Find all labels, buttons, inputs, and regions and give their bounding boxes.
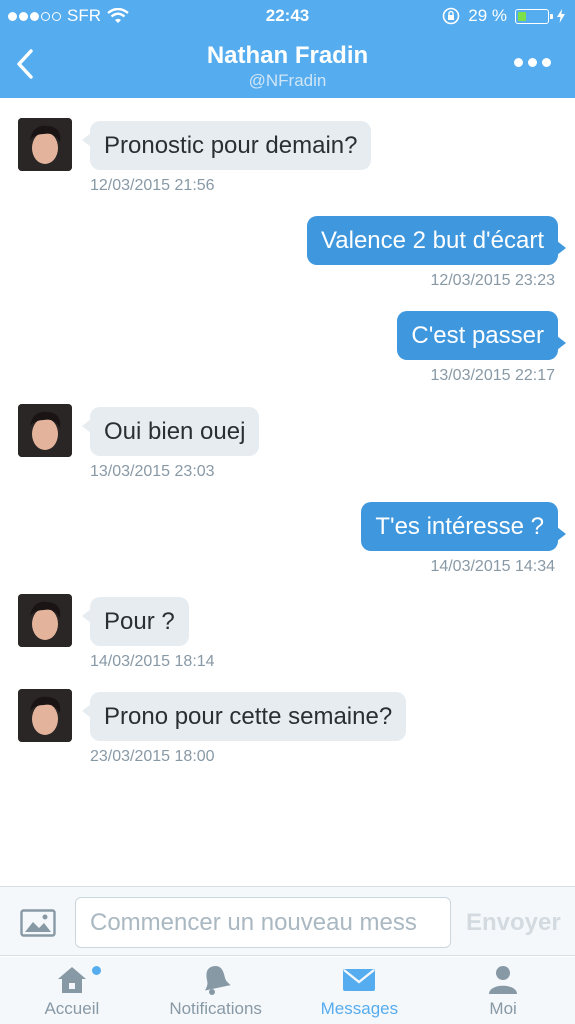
charging-bolt-icon (557, 9, 565, 23)
send-button[interactable]: Envoyer (466, 909, 561, 937)
bell-icon (204, 966, 231, 995)
message-bubble[interactable]: Prono pour cette semaine? (81, 692, 407, 741)
message-input[interactable] (75, 897, 451, 948)
message-bubble[interactable]: Pour ? (82, 597, 189, 646)
message-bubble[interactable]: C'est passer (397, 311, 566, 360)
avatar[interactable] (18, 689, 72, 742)
tab-me[interactable]: Moi (431, 957, 575, 1024)
conversation-title: Nathan Fradin (206, 42, 369, 69)
message-timestamp: 14/03/2015 14:34 (430, 558, 555, 575)
message-bubble[interactable]: Valence 2 but d'écart (307, 216, 566, 265)
tab-label: Moi (489, 999, 517, 1018)
message-bubble[interactable]: Pronostic pour demain? (81, 121, 372, 170)
status-right: 29 % (442, 6, 565, 26)
tab-bar: Accueil Notifications Messages Moi (0, 957, 575, 1024)
avatar[interactable] (18, 118, 72, 171)
message-composer: Envoyer (0, 886, 575, 956)
back-chevron-icon[interactable] (12, 46, 42, 82)
conversation-handle: @NFradin (248, 71, 327, 90)
more-options-icon[interactable] (514, 58, 551, 67)
message-timestamp: 13/03/2015 23:03 (90, 463, 215, 480)
tab-label: Messages (320, 999, 399, 1018)
battery-percent: 29 % (468, 6, 507, 25)
person-icon (489, 966, 518, 994)
battery-fill (518, 11, 526, 21)
avatar[interactable] (18, 404, 72, 457)
envelope-icon (343, 969, 376, 991)
unread-dot (92, 966, 101, 975)
home-icon (57, 967, 86, 993)
message-timestamp: 14/03/2015 18:14 (90, 653, 215, 670)
header: SFR 22:43 29 % Nathan Fradin @NFradin (0, 0, 575, 98)
message-timestamp: 12/03/2015 23:23 (430, 272, 555, 289)
tab-home[interactable]: Accueil (0, 957, 144, 1024)
image-icon[interactable] (20, 909, 56, 937)
status-bar: SFR 22:43 29 % (0, 0, 575, 32)
message-list[interactable]: Pronostic pour demain? 12/03/2015 21:56 … (0, 98, 575, 886)
battery-icon (515, 8, 553, 24)
message-bubble[interactable]: T'es intéresse ? (361, 502, 566, 551)
tab-label: Notifications (169, 999, 262, 1018)
message-timestamp: 13/03/2015 22:17 (430, 367, 555, 384)
message-bubble[interactable]: Oui bien ouej (81, 407, 260, 456)
message-timestamp: 23/03/2015 18:00 (90, 748, 215, 765)
message-timestamp: 12/03/2015 21:56 (90, 177, 215, 194)
rotation-lock-icon (442, 7, 460, 25)
tab-messages[interactable]: Messages (288, 957, 432, 1024)
tab-label: Accueil (44, 999, 100, 1018)
tab-notifications[interactable]: Notifications (144, 957, 288, 1024)
avatar[interactable] (18, 594, 72, 647)
